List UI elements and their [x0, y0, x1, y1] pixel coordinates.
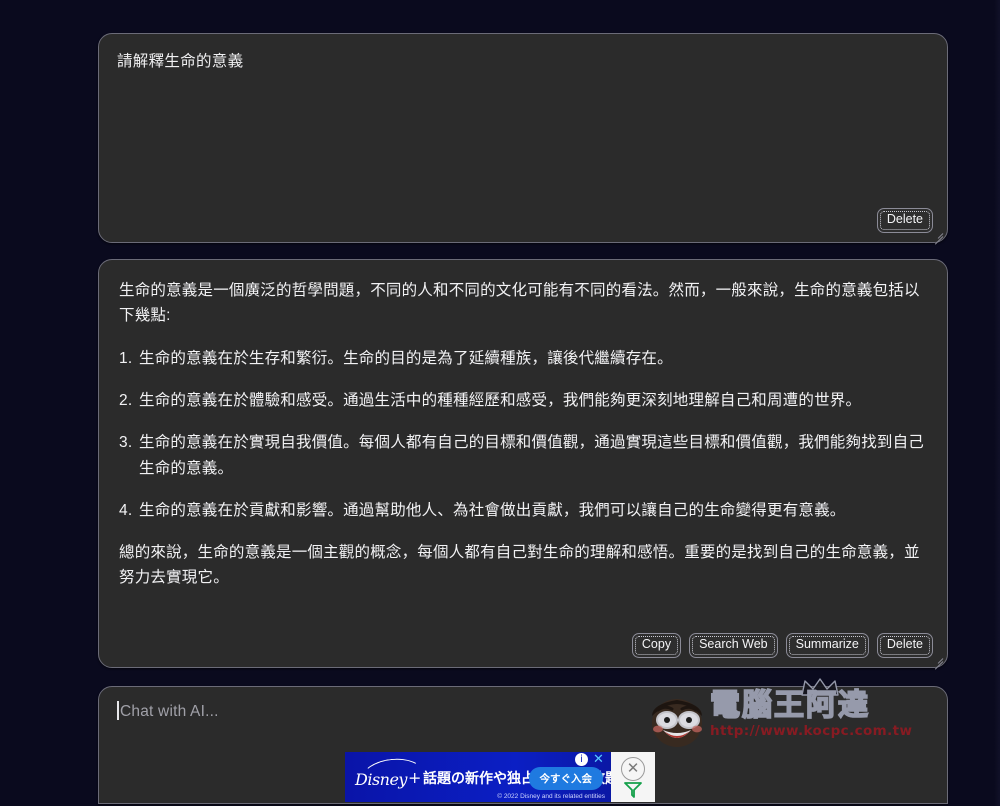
disney-plus-symbol: +: [407, 768, 421, 787]
answer-card[interactable]: 生命的意義是一個廣泛的哲學問題，不同的人和不同的文化可能有不同的看法。然而，一般…: [98, 259, 948, 670]
ad-legal-text: © 2022 Disney and its related entities: [497, 793, 605, 800]
ad-cta-button[interactable]: 今すぐ入会: [528, 767, 603, 790]
resize-grip-icon[interactable]: [931, 651, 944, 670]
prompt-card[interactable]: 請解釋生命的意義 Delete: [98, 33, 948, 245]
resize-grip-icon[interactable]: [931, 226, 944, 245]
ad-close-icon[interactable]: ✕: [592, 753, 605, 766]
search-web-button[interactable]: Search Web: [689, 633, 778, 658]
prompt-text: 請解釋生命的意義: [117, 53, 244, 70]
list-item-number: 2.: [119, 392, 133, 410]
answer-card-actions: Copy Search Web Summarize Delete: [631, 633, 933, 658]
answer-list: 1. 生命的意義在於生存和繁衍。生命的目的是為了延續種族，讓後代繼續存在。 2.…: [119, 346, 925, 523]
ad-info-icon[interactable]: i: [575, 753, 588, 766]
copy-button[interactable]: Copy: [631, 633, 682, 658]
ai-chat-window: 請解釋生命的意義 Delete 生命的意義是一個廣泛的哲學問題，不同的人和不同的…: [0, 0, 1000, 806]
list-item: 1. 生命的意義在於生存和繁衍。生命的目的是為了延續種族，讓後代繼續存在。: [119, 346, 925, 371]
window-right-edge: [994, 0, 1000, 806]
list-item-number: 3.: [119, 434, 133, 452]
disney-plus-logo: Disney+: [355, 768, 421, 789]
list-item-text: 生命的意義在於貢獻和影響。通過幫助他人、為社會做出貢獻，我們可以讓自己的生命變得…: [139, 501, 846, 519]
list-item: 4. 生命的意義在於貢獻和影響。通過幫助他人、為社會做出貢獻，我們可以讓自己的生…: [119, 498, 925, 523]
disney-wordmark: Disney: [355, 770, 407, 789]
prompt-delete-button[interactable]: Delete: [876, 208, 933, 233]
chat-input-placeholder: Chat with AI...: [120, 703, 219, 720]
text-caret: [117, 701, 119, 720]
answer-intro-paragraph: 生命的意義是一個廣泛的哲學問題，不同的人和不同的文化可能有不同的看法。然而，一般…: [119, 282, 920, 325]
adchoices-icon[interactable]: [624, 781, 642, 798]
list-item-text: 生命的意義在於實現自我價值。每個人都有自己的目標和價值觀，通過實現這些目標和價值…: [139, 434, 925, 477]
list-item-number: 1.: [119, 350, 133, 368]
list-item: 3. 生命的意義在於實現自我價值。每個人都有自己的目標和價值觀，通過實現這些目標…: [119, 430, 925, 480]
list-item-number: 4.: [119, 501, 133, 519]
prompt-card-actions: Delete: [876, 208, 933, 233]
list-item-text: 生命的意義在於生存和繁衍。生命的目的是為了延續種族，讓後代繼續存在。: [139, 350, 673, 368]
list-item-text: 生命的意義在於體驗和感受。通過生活中的種種經歷和感受，我們能夠更深刻地理解自己和…: [139, 392, 862, 410]
list-item: 2. 生命的意義在於體驗和感受。通過生活中的種種經歷和感受，我們能夠更深刻地理解…: [119, 388, 925, 413]
ad-dismiss-panel[interactable]: ✕: [611, 752, 655, 802]
ad-dismiss-icon[interactable]: ✕: [621, 757, 645, 781]
chat-input[interactable]: Chat with AI...: [117, 701, 929, 723]
summarize-button[interactable]: Summarize: [785, 633, 869, 658]
delete-button[interactable]: Delete: [876, 633, 933, 658]
ad-banner[interactable]: Disney+ 話題の新作や独占作品が見放題! 今すぐ入会 © 2022 Dis…: [345, 752, 655, 802]
answer-conclusion-paragraph: 總的來說，生命的意義是一個主觀的概念，每個人都有自己對生命的理解和感悟。重要的是…: [119, 543, 920, 586]
